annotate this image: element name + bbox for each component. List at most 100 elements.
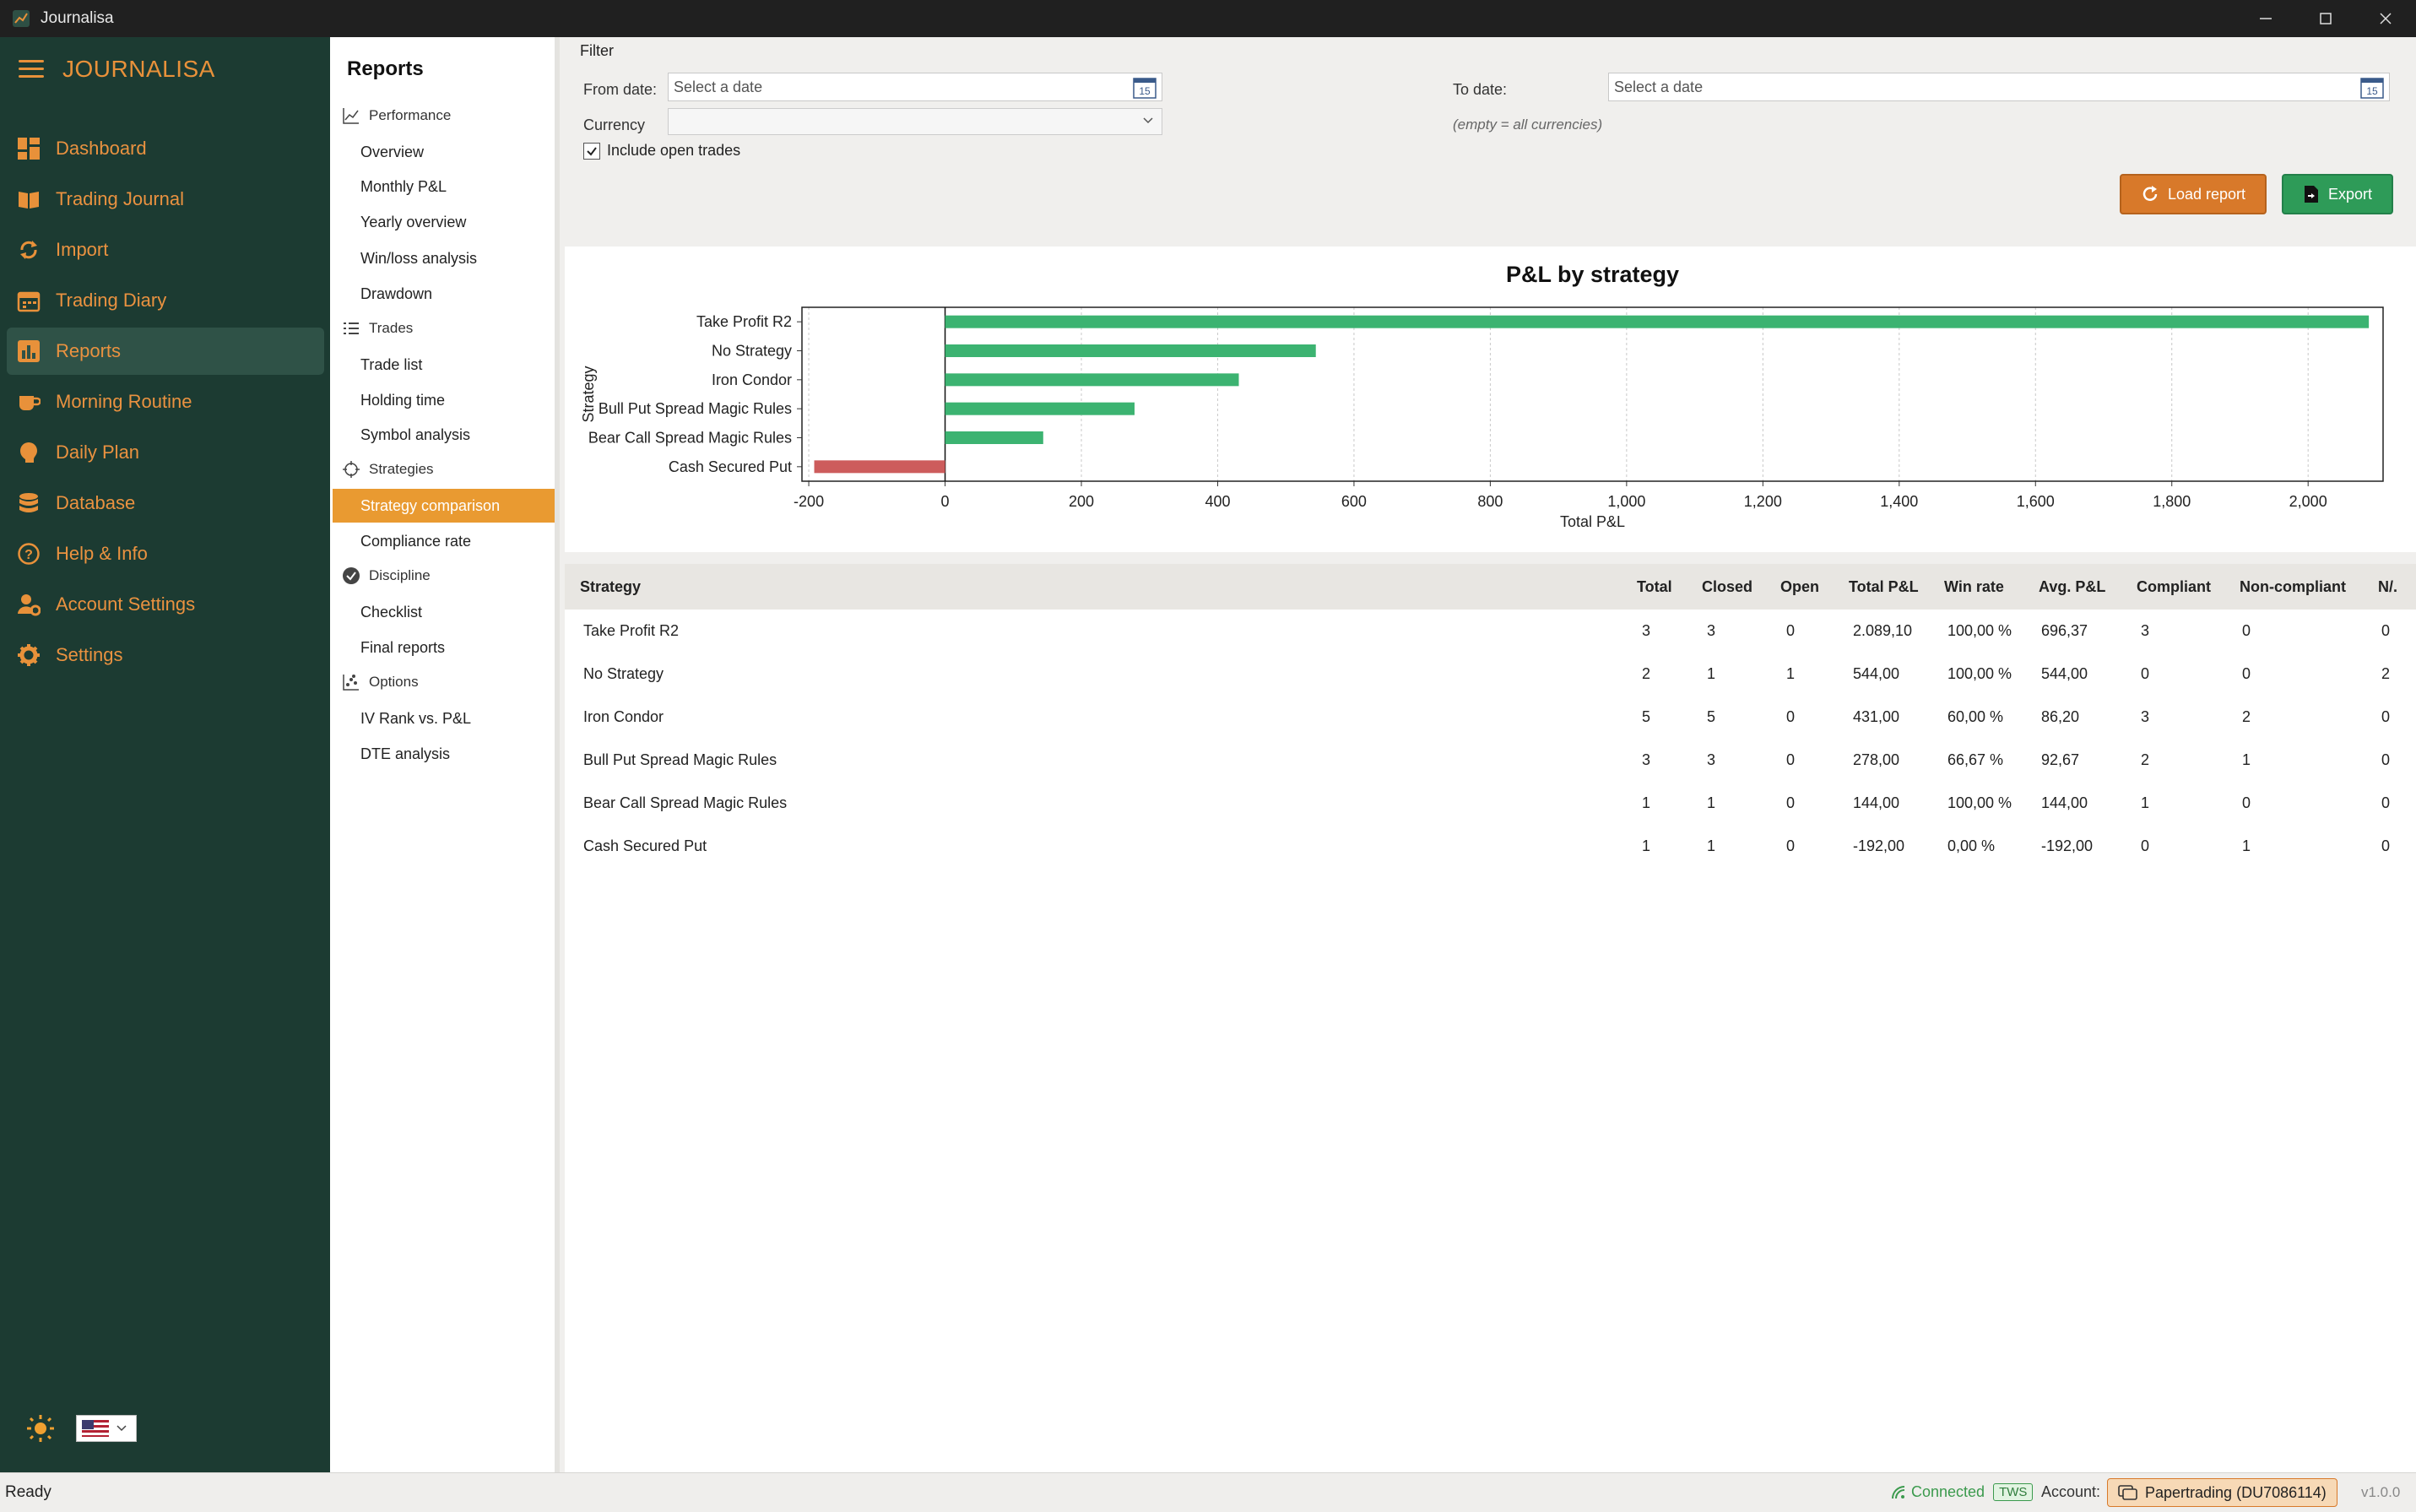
table-cell: 0	[1786, 751, 1796, 768]
to-date-input[interactable]: Select a date 15	[1608, 73, 2390, 101]
table-cell: Take Profit R2	[583, 622, 680, 639]
y-tick-label: Cash Secured Put	[669, 458, 792, 475]
nav-win-loss-analysis[interactable]: Win/loss analysis	[360, 241, 477, 275]
sidebar-item-reports[interactable]: Reports	[7, 328, 324, 375]
sidebar-item-label: Database	[56, 492, 136, 513]
maximize-icon	[2320, 13, 2332, 24]
close-button[interactable]	[2350, 0, 2416, 37]
sidebar-item-trading-diary[interactable]: Trading Diary	[7, 277, 324, 324]
nav-iv-rank-vs-pl[interactable]: IV Rank vs. P&L	[360, 702, 471, 735]
table-row[interactable]: Bull Put Spread Magic Rules 3 3 0 278,00 66,6…	[565, 739, 2416, 782]
nav-yearly-overview[interactable]: Yearly overview	[360, 205, 466, 239]
table-row[interactable]: No Strategy 2 1 1 544,00 100,00 % 544,00 0 0 2	[565, 653, 2416, 696]
theme-toggle-sun-icon[interactable]	[25, 1413, 56, 1444]
currency-label: Currency	[583, 117, 646, 133]
sidebar-item-help-info[interactable]: ? Help & Info	[7, 530, 324, 577]
sidebar-item-settings[interactable]: Settings	[7, 631, 324, 679]
gear-icon	[15, 642, 42, 669]
table-cell: 696,37	[2041, 622, 2088, 639]
column-header[interactable]: Closed	[1702, 564, 1752, 610]
chevron-down-icon	[116, 1425, 127, 1432]
brain-icon	[15, 439, 42, 466]
nav-final-reports[interactable]: Final reports	[360, 631, 445, 664]
calendar-picker-icon[interactable]: 15	[1133, 77, 1157, 99]
currency-select[interactable]	[668, 108, 1162, 135]
nav-monthly-pl[interactable]: Monthly P&L	[360, 170, 447, 203]
brand-name: JOURNALISA	[62, 56, 215, 82]
hamburger-menu-icon[interactable]	[19, 60, 44, 79]
table-cell: Cash Secured Put	[583, 837, 707, 854]
svg-text:15: 15	[1139, 85, 1151, 97]
x-tick-label: 200	[1069, 493, 1094, 510]
table-cell: 3	[1642, 622, 1651, 639]
sidebar-item-trading-journal[interactable]: Trading Journal	[7, 176, 324, 223]
table-row[interactable]: Take Profit R2 3 3 0 2.089,10 100,00 % 696,37 3…	[565, 610, 2416, 653]
column-header[interactable]: Compliant	[2137, 564, 2211, 610]
nav-strategy-comparison[interactable]: Strategy comparison	[333, 489, 555, 523]
table-cell: 0	[1786, 837, 1796, 854]
column-header[interactable]: Total P&L	[1849, 564, 1919, 610]
sidebar-item-label: Account Settings	[56, 593, 196, 615]
table-cell: 2	[2381, 665, 2391, 682]
y-tick-label: No Strategy	[712, 343, 792, 360]
column-header[interactable]: Total	[1637, 564, 1672, 610]
calendar-picker-icon[interactable]: 15	[2360, 77, 2384, 99]
column-header[interactable]: Win rate	[1944, 564, 2004, 610]
sidebar-footer	[25, 1413, 137, 1444]
column-header[interactable]: Non-compliant	[2240, 564, 2346, 610]
table-cell: 278,00	[1853, 751, 1900, 768]
table-cell: 1	[1707, 665, 1716, 682]
group-performance: Performance	[342, 106, 451, 125]
table-row[interactable]: Bear Call Spread Magic Rules 1 1 0 144,00 100…	[565, 782, 2416, 825]
y-tick-label: Iron Condor	[712, 371, 792, 388]
language-select[interactable]	[76, 1415, 137, 1442]
nav-checklist[interactable]: Checklist	[360, 595, 422, 629]
x-tick-label: 1,600	[2017, 493, 2055, 510]
group-label: Discipline	[369, 567, 431, 583]
table-row[interactable]: Cash Secured Put 1 1 0 -192,00 0,00 % -192,00 0…	[565, 825, 2416, 868]
sidebar-item-label: Morning Routine	[56, 391, 192, 412]
sidebar-item-database[interactable]: Database	[7, 480, 324, 527]
column-header[interactable]: Open	[1780, 564, 1819, 610]
filter-title: Filter	[580, 42, 614, 59]
x-tick-label: 400	[1205, 493, 1230, 510]
nav-overview[interactable]: Overview	[360, 135, 424, 169]
include-open-checkbox[interactable]	[583, 142, 600, 160]
nav-dte-analysis[interactable]: DTE analysis	[360, 737, 450, 771]
sidebar-item-label: Daily Plan	[56, 442, 140, 463]
sidebar-item-import[interactable]: Import	[7, 226, 324, 274]
nav-trade-list[interactable]: Trade list	[360, 348, 422, 382]
pl-by-strategy-chart: P&L by strategy -200 0 200 400 600 800 1,000 1,2…	[580, 262, 2384, 530]
bar	[945, 344, 1316, 357]
table-cell: 5	[1707, 708, 1716, 725]
sidebar-item-morning-routine[interactable]: Morning Routine	[7, 378, 324, 425]
bar	[945, 315, 2370, 328]
account-selector[interactable]: Papertrading (DU7086114)	[2107, 1478, 2337, 1507]
nav-drawdown[interactable]: Drawdown	[360, 277, 432, 311]
nav-holding-time[interactable]: Holding time	[360, 383, 445, 417]
minimize-icon	[2260, 18, 2272, 19]
table-cell: No Strategy	[583, 665, 664, 682]
column-header[interactable]: N/.	[2378, 564, 2397, 610]
include-open-trades[interactable]: Include open trades	[583, 142, 740, 160]
table-cell: 144,00	[2041, 794, 2088, 811]
table-cell: 1	[1707, 794, 1716, 811]
tws-badge: TWS	[1993, 1483, 2034, 1501]
nav-compliance-rate[interactable]: Compliance rate	[360, 524, 471, 558]
from-date-placeholder: Select a date	[674, 78, 763, 95]
column-header[interactable]: Strategy	[580, 564, 641, 610]
sidebar-item-daily-plan[interactable]: Daily Plan	[7, 429, 324, 476]
table-row[interactable]: Iron Condor 5 5 0 431,00 60,00 % 86,20 3 2 0	[565, 696, 2416, 739]
load-report-button[interactable]: Load report	[2120, 174, 2267, 214]
export-button[interactable]: Export	[2282, 174, 2393, 214]
sidebar-item-dashboard[interactable]: Dashboard	[7, 125, 324, 172]
from-date-input[interactable]: Select a date 15	[668, 73, 1162, 101]
status-bar: Ready Connected TWS Account: Papertradin…	[0, 1472, 2416, 1512]
sidebar-item-label: Trading Journal	[56, 188, 185, 209]
check-circle-icon	[342, 566, 360, 585]
group-label: Performance	[369, 107, 452, 123]
connection-status: Connected TWS	[1891, 1483, 2034, 1501]
column-header[interactable]: Avg. P&L	[2039, 564, 2105, 610]
nav-symbol-analysis[interactable]: Symbol analysis	[360, 418, 470, 452]
sidebar-item-account-settings[interactable]: Account Settings	[7, 581, 324, 628]
